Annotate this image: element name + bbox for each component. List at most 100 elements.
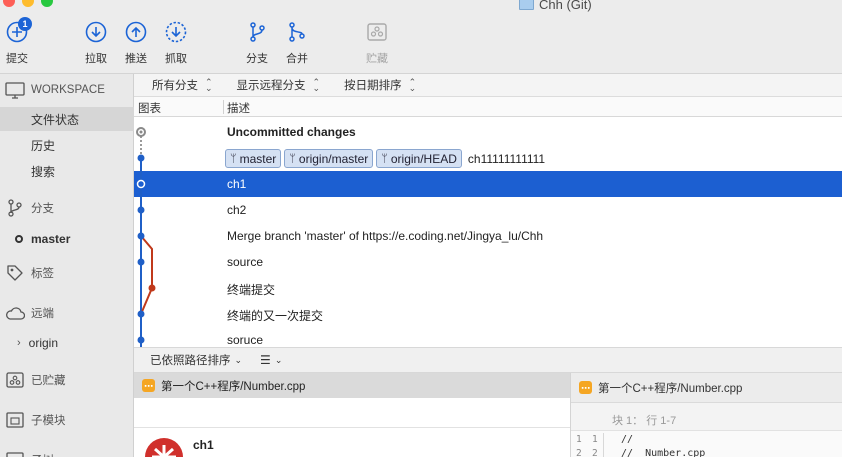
commit-row[interactable]: Merge branch 'master' of https://e.codin…: [134, 223, 842, 249]
branch-button[interactable]: 分支: [245, 20, 269, 66]
merge-icon: [285, 20, 309, 44]
sidebar-item-remote-origin[interactable]: › origin: [0, 334, 134, 352]
sidebar-item-search[interactable]: 搜索: [0, 159, 134, 183]
commit-message: Uncommitted changes: [227, 125, 356, 139]
diff-header: ⋯ 第一个C++程序/Number.cpp: [571, 373, 842, 403]
commit-row[interactable]: ᛘ master ᛘ origin/master ᛘ origin/HEAD ch11…: [134, 145, 842, 171]
pull-icon: [84, 20, 108, 44]
chevron-down-icon: ⌄: [234, 354, 243, 365]
column-divider[interactable]: [223, 100, 224, 114]
hunk-range: 块 1： 行 1-7: [612, 415, 677, 427]
remote-filter-dropdown[interactable]: 显示远程分支 ⌃ ⌄: [237, 77, 321, 93]
commit-row[interactable]: source: [134, 249, 842, 275]
sidebar-remotes-label: 远端: [31, 308, 54, 320]
sort-order-dropdown[interactable]: 按日期排序 ⌃ ⌄: [344, 77, 416, 93]
window-title-text: Chh (Git): [539, 0, 592, 12]
new-line-number: 1: [592, 434, 598, 445]
file-sort-dropdown[interactable]: 已依照路径排序 ⌄: [150, 352, 242, 368]
chevron-updown-icon: ⌃ ⌄: [312, 77, 321, 93]
commit-message: 终端的又一次提交: [227, 309, 324, 323]
filter-bar: 所有分支 ⌃ ⌄ 显示远程分支 ⌃ ⌄ 按日期排序 ⌃ ⌄: [134, 74, 842, 97]
tag-label: master: [239, 151, 277, 166]
avatar: [144, 437, 184, 457]
diff-line[interactable]: 1 1 //: [571, 433, 842, 447]
view-mode-dropdown[interactable]: ☰ ⌄: [260, 353, 282, 367]
merge-button[interactable]: 合并: [285, 20, 309, 66]
close-window-button[interactable]: [3, 0, 15, 7]
sidebar-section-tags[interactable]: 标签: [5, 263, 139, 283]
changed-file-item[interactable]: ⋯ 第一个C++程序/Number.cpp: [134, 373, 570, 398]
sidebar-section-branches[interactable]: 分支: [5, 198, 139, 218]
app-window: Chh (Git) 1 提交 拉取 推送 抓取 分支 合并 贮藏 WORKSPA…: [0, 0, 842, 457]
commit-count-badge: 1: [18, 17, 32, 31]
chevron-updown-icon: ⌃ ⌄: [205, 77, 213, 93]
branch-tag-origin-head[interactable]: ᛘ origin/HEAD: [376, 149, 462, 168]
commit-row[interactable]: 终端提交: [134, 275, 842, 301]
sidebar-item-branch-master[interactable]: master: [0, 230, 134, 248]
commit-row-selected[interactable]: ch1: [134, 171, 842, 197]
commit-row-uncommitted[interactable]: Uncommitted changes: [134, 119, 842, 145]
commit-message: Merge branch 'master' of https://e.codin…: [227, 229, 544, 243]
sidebar-section-remotes[interactable]: 远端: [5, 303, 139, 323]
monitor-icon: [5, 80, 25, 100]
window-title: Chh (Git): [519, 0, 592, 12]
gutter-divider: [603, 447, 604, 457]
sidebar-item-label: 搜索: [31, 164, 56, 179]
sidebar-branches-label: 分支: [31, 203, 54, 215]
current-branch-indicator-icon: [15, 235, 23, 243]
sidebar-section-subtree[interactable]: 子树: [5, 450, 139, 457]
fetch-label: 抓取: [165, 53, 187, 65]
sidebar-section-workspace[interactable]: WORKSPACE: [5, 80, 139, 100]
commit-row[interactable]: 终端的又一次提交: [134, 301, 842, 327]
commit-author: ch1: [193, 438, 214, 452]
commit-message: ch2: [227, 203, 247, 217]
push-icon: [124, 20, 148, 44]
branch-tag-master[interactable]: ᛘ master: [225, 149, 282, 168]
branch-filter-dropdown[interactable]: 所有分支 ⌃ ⌄: [152, 77, 213, 93]
sidebar-item-file-status[interactable]: 文件状态: [0, 107, 134, 131]
sidebar-workspace-label: WORKSPACE: [31, 84, 105, 96]
sidebar: WORKSPACE 文件状态 历史 搜索 分支 master 标签 远端 › o…: [0, 74, 134, 457]
fetch-button[interactable]: 抓取: [164, 20, 188, 66]
branch-filter-label: 所有分支: [152, 80, 198, 92]
code-text: //: [621, 434, 634, 445]
sort-order-label: 按日期排序: [344, 80, 402, 92]
chevron-right-icon[interactable]: ›: [17, 337, 21, 349]
merge-label: 合并: [286, 53, 308, 65]
column-header-graph[interactable]: 图表: [138, 100, 161, 116]
commit-row[interactable]: soruce: [134, 327, 842, 347]
folder-icon: [519, 0, 534, 10]
stash-button[interactable]: 贮藏: [365, 20, 389, 66]
minimize-window-button[interactable]: [22, 0, 34, 7]
diff-line[interactable]: 2 2 // Number.cpp: [571, 447, 842, 457]
branch-icon: ᛘ: [289, 152, 296, 165]
stash-icon: [365, 20, 389, 44]
branch-icon: [245, 20, 269, 44]
commit-message: ch1: [227, 177, 247, 191]
pull-button[interactable]: 拉取: [84, 20, 108, 66]
commit-details: ch1: [134, 427, 570, 457]
new-line-number: 2: [592, 448, 598, 457]
sidebar-stashes-label: 已贮藏: [31, 375, 66, 387]
file-sort-label: 已依照路径排序: [150, 355, 231, 367]
chevron-down-icon: ⌄: [274, 354, 283, 365]
stash-icon: [5, 370, 25, 390]
commit-table-header: 图表 描述: [134, 97, 842, 117]
push-button[interactable]: 推送: [124, 20, 148, 66]
commit-button[interactable]: 1 提交: [5, 17, 32, 66]
sidebar-section-submodules[interactable]: 子模块: [5, 410, 139, 430]
sidebar-section-stashes[interactable]: 已贮藏: [5, 370, 139, 390]
zoom-window-button[interactable]: [41, 0, 53, 7]
file-list-toolbar: 已依照路径排序 ⌄ ☰ ⌄: [134, 347, 842, 373]
toolbar: Chh (Git) 1 提交 拉取 推送 抓取 分支 合并 贮藏: [0, 0, 842, 74]
branch-tag-origin-master[interactable]: ᛘ origin/master: [284, 149, 374, 168]
commit-row[interactable]: ch2: [134, 197, 842, 223]
remote-filter-label: 显示远程分支: [236, 80, 306, 92]
sidebar-item-history[interactable]: 历史: [0, 133, 134, 157]
column-header-description[interactable]: 描述: [227, 100, 250, 116]
list-icon: ☰: [260, 353, 271, 367]
old-line-number: 1: [576, 434, 582, 445]
branch-icon: [5, 198, 25, 218]
commit-icon: 1: [5, 17, 32, 44]
old-line-number: 2: [576, 448, 582, 457]
